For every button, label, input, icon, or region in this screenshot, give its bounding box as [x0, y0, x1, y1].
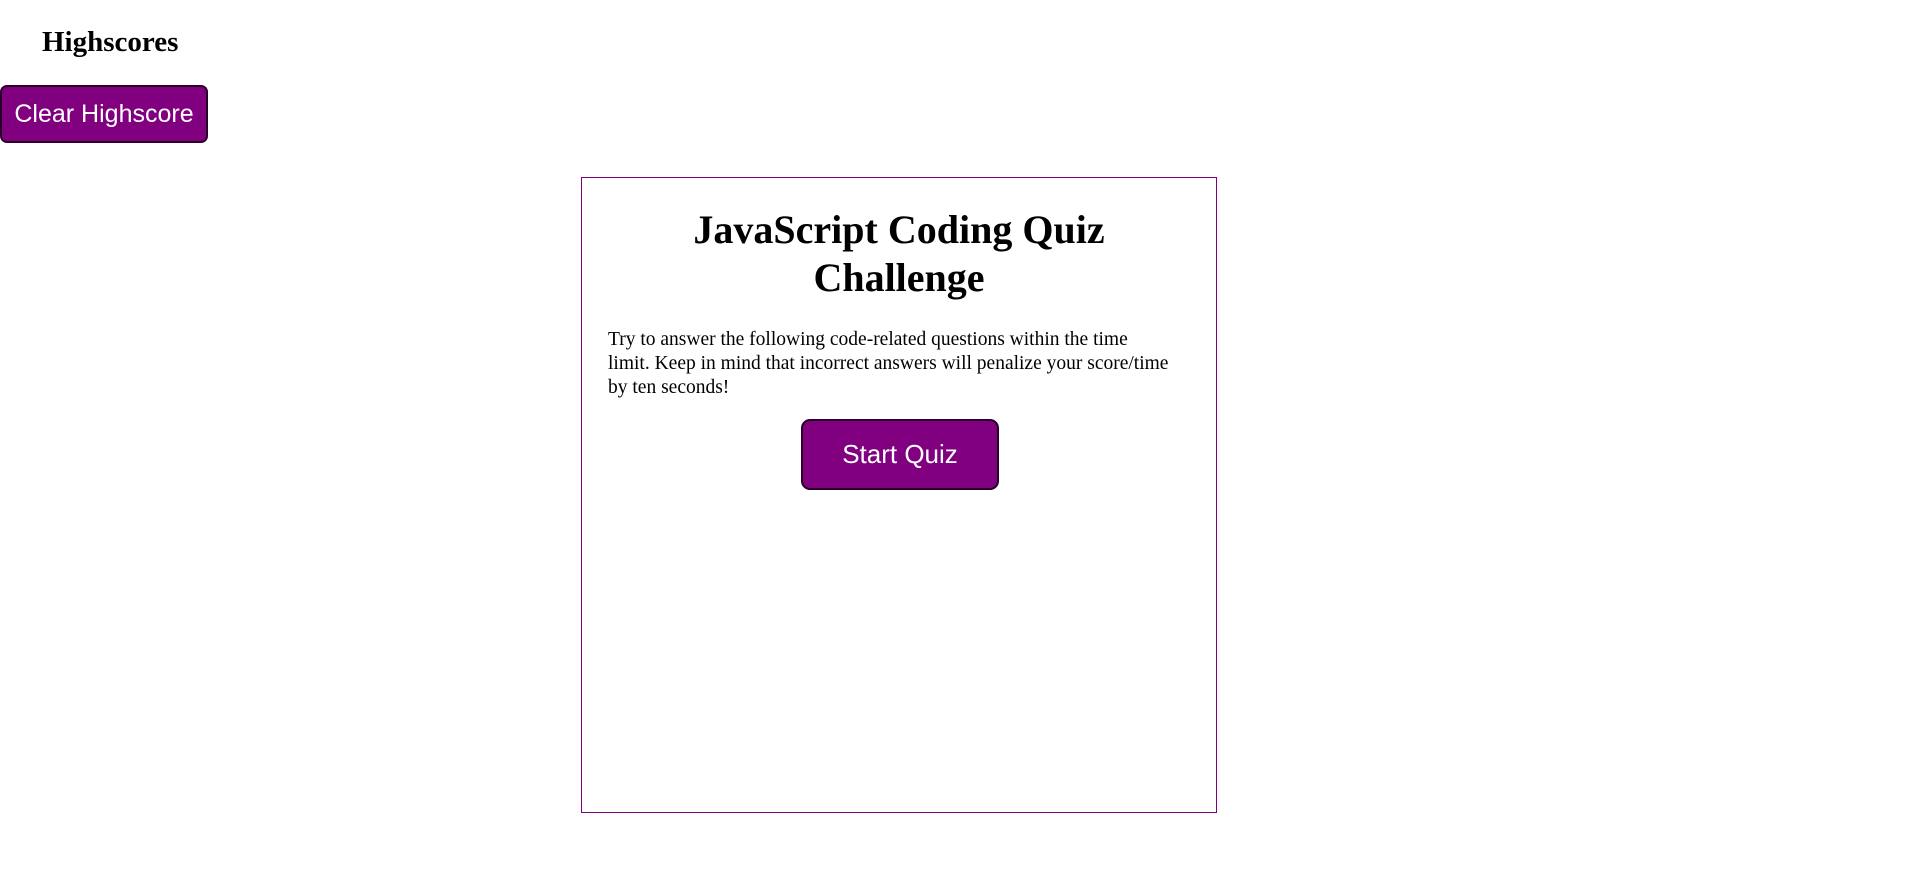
quiz-instructions-line: limit. Keep in mind that incorrect answe…: [608, 353, 1169, 374]
quiz-title: JavaScript Coding Quiz Challenge: [582, 206, 1216, 302]
highscores-link[interactable]: Highscores: [42, 22, 178, 62]
quiz-instructions: Try to answer the following code-related…: [608, 328, 1196, 400]
clear-highscore-button[interactable]: Clear Highscore: [0, 85, 208, 143]
quiz-instructions-line: Try to answer the following code-related…: [608, 329, 1128, 350]
quiz-instructions-line: by ten seconds!: [608, 377, 730, 398]
quiz-page: Highscores Clear Highscore JavaScript Co…: [0, 0, 1917, 874]
start-quiz-button[interactable]: Start Quiz: [801, 419, 999, 490]
quiz-title-line: JavaScript Coding Quiz: [693, 207, 1105, 252]
quiz-card: JavaScript Coding Quiz Challenge Try to …: [581, 177, 1217, 813]
quiz-title-line: Challenge: [813, 255, 985, 300]
